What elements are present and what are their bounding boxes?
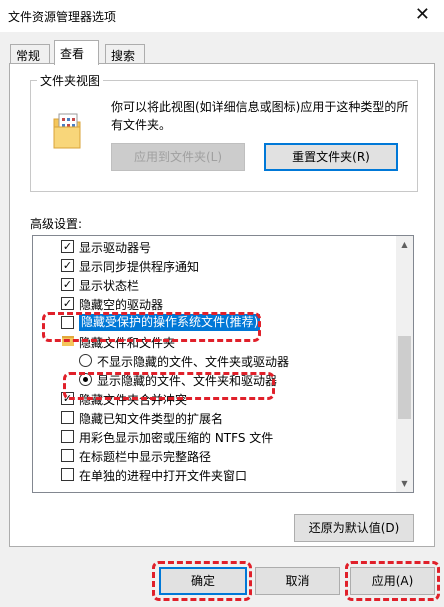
folder-view-icon xyxy=(53,113,81,149)
window-title: 文件资源管理器选项 xyxy=(8,10,117,24)
list-item[interactable]: 不显示隐藏的文件、文件夹或驱动器 xyxy=(33,351,396,370)
checkbox[interactable]: ✓ xyxy=(61,278,74,291)
list-item[interactable]: ✓ 显示驱动器号 xyxy=(33,237,396,256)
tab-view[interactable]: 查看 xyxy=(54,40,99,65)
list-item-label: 隐藏已知文件类型的扩展名 xyxy=(79,412,224,426)
scroll-down-icon[interactable]: ▼ xyxy=(396,475,413,492)
checkbox[interactable]: ✓ xyxy=(61,240,74,253)
list-item[interactable]: ✓ 隐藏空的驱动器 xyxy=(33,294,396,313)
checkbox[interactable] xyxy=(61,468,74,481)
highlight-show-hidden-files xyxy=(63,372,275,400)
tab-general[interactable]: 常规 xyxy=(10,44,50,64)
checkbox[interactable] xyxy=(61,411,74,424)
scrollbar-thumb[interactable] xyxy=(398,336,411,419)
apply-to-folders-button[interactable]: 应用到文件夹(L) xyxy=(111,143,245,171)
checkbox[interactable] xyxy=(61,449,74,462)
checkbox[interactable]: ✓ xyxy=(61,297,74,310)
list-item-label: 在单独的进程中打开文件夹窗口 xyxy=(79,469,248,483)
folder-view-label: 文件夹视图 xyxy=(37,72,104,89)
restore-defaults-button[interactable]: 还原为默认值(D) xyxy=(294,514,414,542)
folder-view-group: 文件夹视图 你可以将此视图(如详细信息或图标)应用于这种类型的所有文件夹。 应用… xyxy=(30,72,418,192)
list-item[interactable]: 用彩色显示加密或压缩的 NTFS 文件 xyxy=(33,427,396,446)
list-item-label: 不显示隐藏的文件、文件夹或驱动器 xyxy=(97,355,290,369)
highlight-ok-button xyxy=(152,561,252,601)
advanced-settings-list[interactable]: ✓ 显示驱动器号 ✓ 显示同步提供程序通知 ✓ 显示状态栏 ✓ 隐藏空的驱动器 … xyxy=(32,235,414,493)
list-item-label: 在标题栏中显示完整路径 xyxy=(79,450,212,464)
highlight-protected-os-files xyxy=(42,312,261,342)
reset-folders-button[interactable]: 重置文件夹(R) xyxy=(264,143,398,171)
list-item[interactable]: ✓ 显示状态栏 xyxy=(33,275,396,294)
folder-view-description: 你可以将此视图(如详细信息或图标)应用于这种类型的所有文件夹。 xyxy=(111,100,409,132)
list-item-label: 显示同步提供程序通知 xyxy=(79,260,200,274)
view-tab-panel: 文件夹视图 你可以将此视图(如详细信息或图标)应用于这种类型的所有文件夹。 应用… xyxy=(9,63,435,547)
list-item[interactable]: 在单独的进程中打开文件夹窗口 xyxy=(33,465,396,484)
advanced-settings-label: 高级设置: xyxy=(30,217,83,231)
cancel-button[interactable]: 取消 xyxy=(255,567,340,595)
scroll-up-icon[interactable]: ▲ xyxy=(396,236,413,253)
checkbox[interactable] xyxy=(61,430,74,443)
highlight-apply-button xyxy=(345,561,440,601)
radio-button[interactable] xyxy=(79,354,92,367)
list-item-label: 显示驱动器号 xyxy=(79,241,152,255)
checkbox[interactable]: ✓ xyxy=(61,259,74,272)
title-bar: 文件资源管理器选项 ✕ xyxy=(0,0,444,32)
list-item-label: 隐藏空的驱动器 xyxy=(79,298,164,312)
close-icon[interactable]: ✕ xyxy=(415,4,430,25)
list-item-label: 显示状态栏 xyxy=(79,279,140,293)
list-item[interactable]: 隐藏已知文件类型的扩展名 xyxy=(33,408,396,427)
list-item[interactable]: 在标题栏中显示完整路径 xyxy=(33,446,396,465)
tab-search[interactable]: 搜索 xyxy=(105,44,145,64)
list-item-label: 用彩色显示加密或压缩的 NTFS 文件 xyxy=(79,431,274,445)
list-scrollbar[interactable]: ▲ ▼ xyxy=(396,236,413,492)
list-item[interactable]: ✓ 显示同步提供程序通知 xyxy=(33,256,396,275)
